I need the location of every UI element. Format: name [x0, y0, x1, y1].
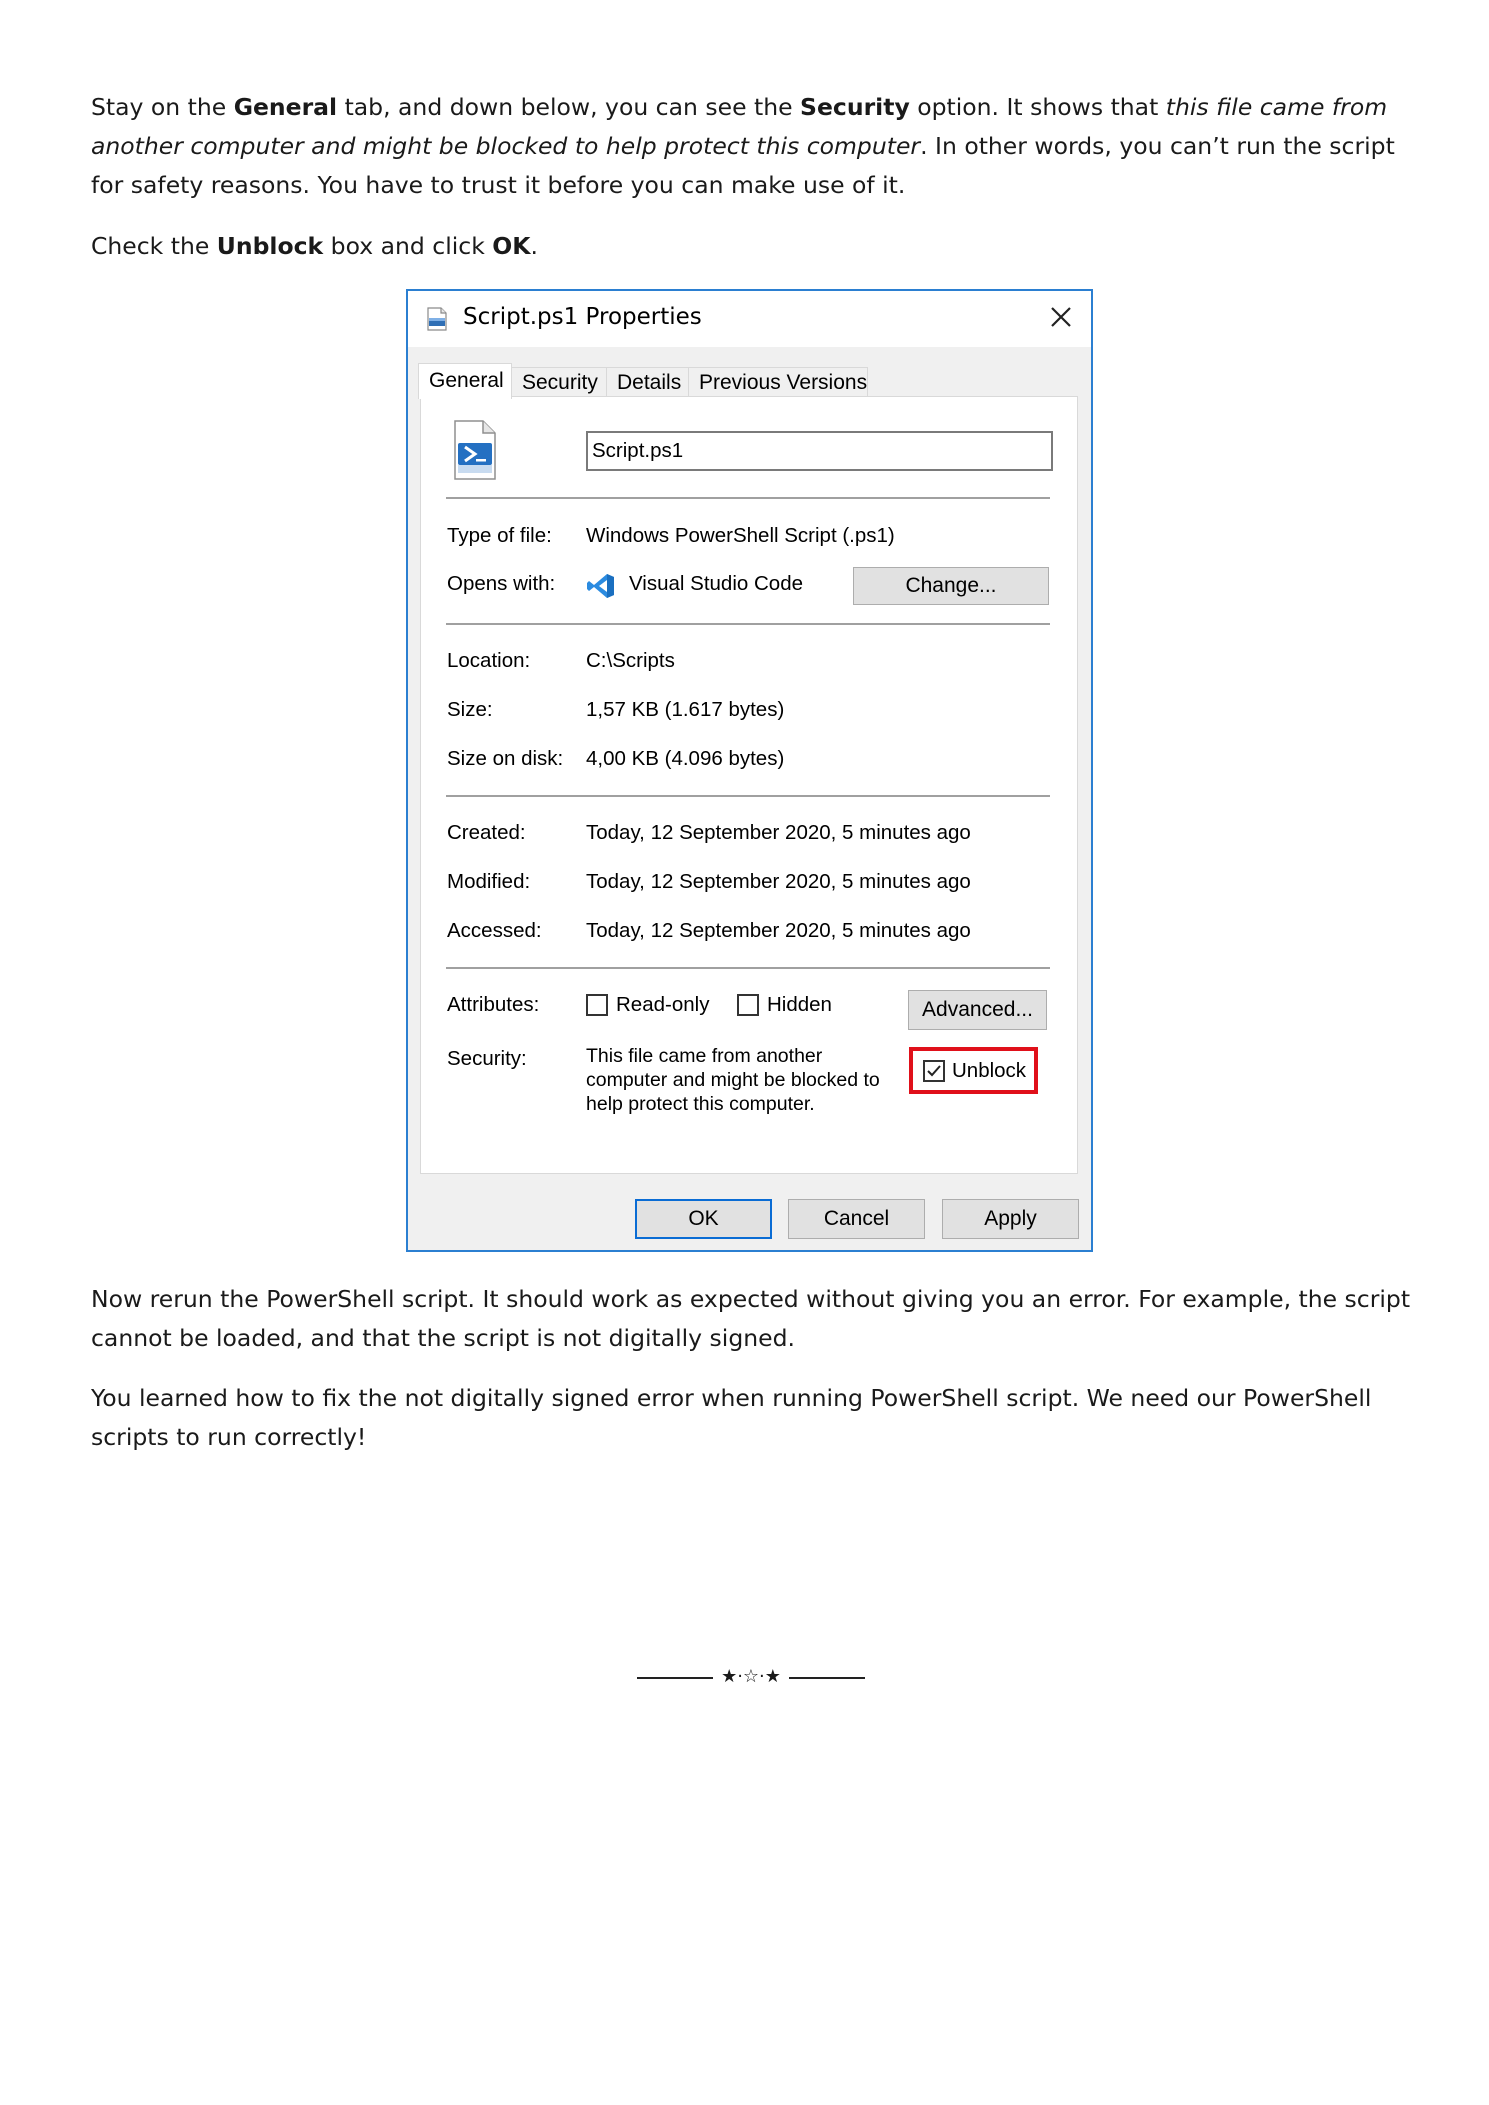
intro-text: option. It shows that: [909, 93, 1166, 121]
size-value: 1,57 KB (1.617 bytes): [586, 698, 785, 721]
opens-with-label: Opens with:: [447, 572, 556, 595]
file-icon: [427, 307, 447, 331]
section-divider: ★·☆·★: [637, 1662, 865, 1692]
cancel-button[interactable]: Cancel: [788, 1199, 925, 1239]
ok-button[interactable]: OK: [635, 1199, 772, 1239]
created-value: Today, 12 September 2020, 5 minutes ago: [586, 821, 971, 844]
size-on-disk-value: 4,00 KB (4.096 bytes): [586, 747, 785, 770]
modified-label: Modified:: [447, 870, 531, 893]
accessed-label: Accessed:: [447, 919, 542, 942]
attributes-label: Attributes:: [447, 993, 540, 1016]
instruction-bold-unblock: Unblock: [216, 232, 324, 260]
properties-dialog: Script.ps1 Properties General Security D…: [406, 289, 1093, 1252]
intro-text: tab, and down below, you can see the: [337, 93, 801, 121]
tab-previous-versions[interactable]: Previous Versions: [688, 367, 868, 397]
conclusion-paragraph: You learned how to fix the not digitally…: [91, 1384, 1372, 1451]
intro-bold-general: General: [233, 93, 338, 121]
size-label: Size:: [447, 698, 493, 721]
instruction-text: Check the: [91, 232, 217, 260]
general-panel: Type of file: Windows PowerShell Script …: [420, 396, 1078, 1174]
dialog-title: Script.ps1 Properties: [463, 304, 702, 330]
instruction-text: box and click: [323, 232, 493, 260]
advanced-button[interactable]: Advanced...: [908, 990, 1047, 1030]
close-icon[interactable]: [1045, 301, 1077, 333]
security-message: This file came from another computer and…: [586, 1045, 880, 1115]
intro-paragraph: Stay on the General tab, and down below,…: [91, 88, 1411, 205]
instruction-text: .: [530, 232, 538, 260]
powershell-file-icon: [454, 420, 496, 480]
separator: [446, 967, 1050, 969]
accessed-value: Today, 12 September 2020, 5 minutes ago: [586, 919, 971, 942]
created-label: Created:: [447, 821, 526, 844]
change-button[interactable]: Change...: [853, 567, 1049, 605]
readonly-checkbox[interactable]: [586, 994, 608, 1016]
opens-with-value: Visual Studio Code: [629, 572, 803, 595]
intro-bold-security: Security: [800, 93, 910, 121]
readonly-label[interactable]: Read-only: [616, 993, 709, 1017]
location-value: C:\Scripts: [586, 649, 675, 672]
separator: [446, 623, 1050, 625]
unblock-checkbox[interactable]: [923, 1060, 945, 1082]
security-label: Security:: [447, 1047, 527, 1070]
separator: [446, 795, 1050, 797]
type-label: Type of file:: [447, 524, 552, 547]
checkmark-icon: [927, 1065, 941, 1077]
hidden-label[interactable]: Hidden: [767, 993, 832, 1017]
size-on-disk-label: Size on disk:: [447, 747, 564, 770]
intro-text: Stay on the: [91, 93, 234, 121]
divider-line-right: [789, 1677, 865, 1679]
divider-stars: ★·☆·★: [721, 1666, 781, 1687]
hidden-checkbox[interactable]: [737, 994, 759, 1016]
file-name-input[interactable]: [586, 431, 1053, 471]
tab-security[interactable]: Security: [511, 367, 607, 397]
instruction-paragraph: Check the Unblock box and click OK.: [91, 227, 1411, 266]
separator: [446, 497, 1050, 499]
unblock-label[interactable]: Unblock: [952, 1059, 1026, 1083]
location-label: Location:: [447, 649, 531, 672]
instruction-bold-ok: OK: [492, 232, 531, 260]
type-value: Windows PowerShell Script (.ps1): [586, 524, 895, 547]
modified-value: Today, 12 September 2020, 5 minutes ago: [586, 870, 971, 893]
rerun-paragraph: Now rerun the PowerShell script. It shou…: [91, 1285, 1411, 1352]
apply-button[interactable]: Apply: [942, 1199, 1079, 1239]
divider-line-left: [637, 1677, 713, 1679]
tab-general[interactable]: General: [418, 363, 512, 399]
tab-details[interactable]: Details: [606, 367, 689, 397]
vscode-icon: [587, 574, 614, 598]
title-bar[interactable]: Script.ps1 Properties: [408, 291, 1091, 347]
